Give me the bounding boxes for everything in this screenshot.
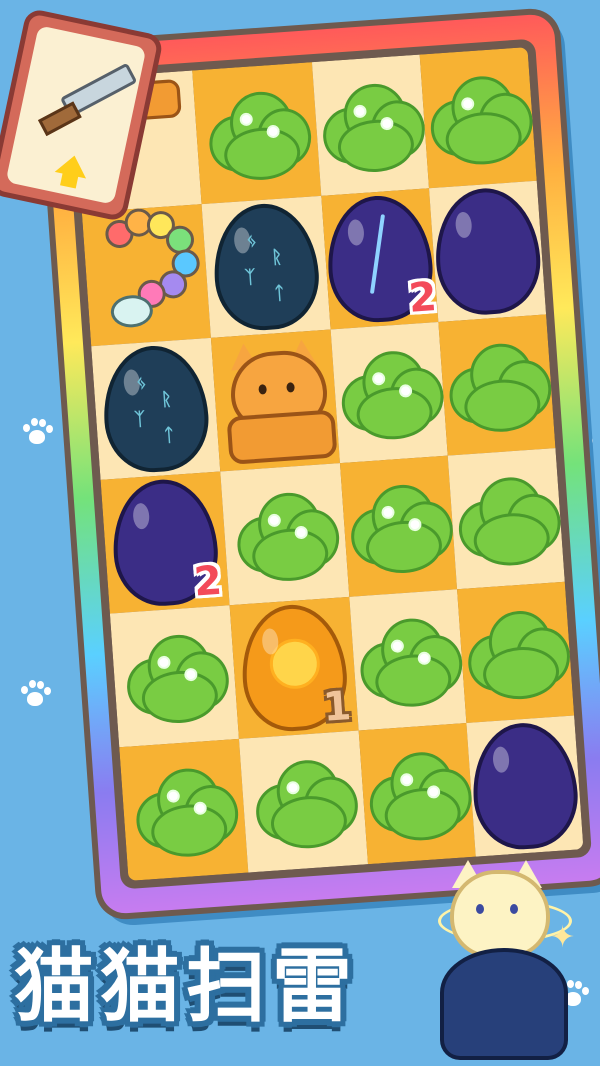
sword-hilt — [37, 101, 82, 137]
paw-print-icon — [18, 680, 52, 710]
tile[interactable] — [119, 738, 249, 881]
dark-egg-icon — [431, 184, 544, 318]
cat-mascot: ✦ — [430, 860, 580, 1060]
bush-icon — [341, 474, 456, 579]
bush-icon — [228, 482, 343, 587]
paw-print-icon — [20, 418, 54, 448]
tile[interactable] — [220, 463, 350, 606]
bush-icon — [421, 65, 536, 170]
tile[interactable] — [339, 455, 458, 597]
tile[interactable] — [349, 589, 467, 731]
bush-icon — [440, 332, 555, 437]
game-title: 猫猫扫雷 — [14, 940, 358, 1033]
tile[interactable] — [429, 180, 547, 322]
tile[interactable] — [457, 581, 575, 723]
dark-egg-icon — [468, 719, 582, 853]
bush-icon — [199, 81, 314, 186]
gold-egg-icon: 1 — [237, 601, 353, 735]
bush-icon — [332, 340, 447, 445]
bush-icon — [449, 466, 564, 571]
tile[interactable]: 2 — [100, 471, 230, 614]
tile[interactable] — [210, 329, 340, 472]
tile[interactable]: ᛃ ᚱ ᛉ ᛏ — [201, 195, 331, 338]
bush-icon — [246, 749, 361, 854]
tile[interactable] — [109, 605, 239, 748]
tile[interactable] — [238, 730, 369, 873]
tile[interactable] — [466, 715, 584, 857]
mine-count: 2 — [407, 274, 439, 322]
star-wand-icon: ✦ — [550, 920, 576, 955]
bush-icon — [351, 607, 466, 712]
tile-grid: ᛃ ᚱ ᛉ ᛏ 2 ᛃ ᚱ ᛉ ᛏ 2 1 — [72, 47, 584, 881]
mine-count: 1 — [321, 683, 353, 731]
mine-count: 2 — [192, 557, 224, 606]
bush-icon — [126, 757, 241, 862]
tile[interactable]: 2 — [321, 188, 439, 330]
bush-icon — [458, 600, 573, 705]
bush-icon — [117, 624, 232, 729]
tile[interactable] — [311, 54, 430, 196]
tile[interactable]: ᛃ ᚱ ᛉ ᛏ — [91, 337, 221, 480]
tile[interactable] — [438, 314, 556, 456]
cat-icon — [212, 338, 339, 465]
tile[interactable] — [447, 448, 565, 590]
dark-egg-icon: 2 — [108, 476, 224, 610]
bush-icon — [313, 73, 428, 178]
bush-icon — [360, 741, 475, 846]
tile[interactable] — [81, 204, 211, 347]
starry-dress — [440, 948, 568, 1060]
tile[interactable]: 1 — [229, 596, 359, 739]
tile[interactable] — [358, 722, 476, 865]
tile[interactable] — [419, 47, 537, 189]
tile[interactable] — [330, 321, 448, 464]
tile[interactable] — [192, 62, 322, 205]
rune-egg-icon: ᛃ ᚱ ᛉ ᛏ — [99, 342, 213, 476]
rune-egg-icon: ᛃ ᚱ ᛉ ᛏ — [209, 200, 323, 334]
dark-egg-icon: 2 — [323, 192, 439, 326]
